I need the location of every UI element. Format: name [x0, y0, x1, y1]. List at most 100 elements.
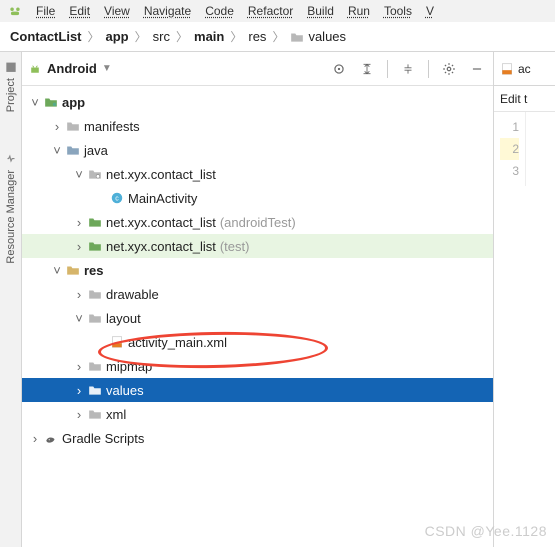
editor-bar-label: Edit t — [500, 92, 527, 106]
tool-tab-project[interactable]: Project — [2, 52, 20, 120]
tree-label: manifests — [84, 119, 140, 134]
menu-navigate[interactable]: Navigate — [144, 4, 191, 18]
editor-breadcrumb[interactable]: Edit t — [494, 86, 555, 112]
tree-node-activity-main[interactable]: activity_main.xml — [22, 330, 493, 354]
class-icon: c — [108, 191, 126, 205]
expand-icon[interactable] — [357, 59, 377, 79]
chevron-right-icon[interactable]: › — [72, 383, 86, 398]
svg-text:c: c — [115, 195, 119, 202]
crumb-res[interactable]: res — [248, 29, 266, 44]
menu-edit[interactable]: Edit — [69, 4, 90, 18]
tree-label: net.xyx.contact_list — [106, 215, 216, 230]
project-tree[interactable]: ˅ app › manifests ˅ java ˅ net.xyx.conta… — [22, 86, 493, 547]
tree-node-app[interactable]: ˅ app — [22, 90, 493, 114]
editor-gutter[interactable]: 1 2 3 — [494, 112, 526, 186]
tree-label: net.xyx.contact_list — [106, 167, 216, 182]
folder-icon — [86, 359, 104, 373]
package-icon — [86, 167, 104, 181]
tree-label: net.xyx.contact_list — [106, 239, 216, 254]
crumb-root[interactable]: ContactList — [10, 29, 82, 44]
menu-vcs[interactable]: V — [426, 4, 434, 18]
chevron-right-icon[interactable]: › — [72, 287, 86, 302]
xml-file-icon — [108, 335, 126, 349]
xml-file-icon — [500, 62, 514, 76]
editor-area: ac Edit t 1 2 3 — [494, 52, 555, 547]
separator — [387, 60, 388, 78]
tree-node-gradle[interactable]: › Gradle Scripts — [22, 426, 493, 450]
tree-node-package[interactable]: ˅ net.xyx.contact_list — [22, 162, 493, 186]
tree-node-res[interactable]: ˅ res — [22, 258, 493, 282]
tree-node-mainactivity[interactable]: c MainActivity — [22, 186, 493, 210]
tree-suffix: (androidTest) — [220, 215, 296, 230]
crumb-values-label: values — [308, 29, 346, 44]
menu-run[interactable]: Run — [348, 4, 370, 18]
tree-label: res — [84, 263, 104, 278]
crumb-src[interactable]: src — [153, 29, 170, 44]
tree-label: mipmap — [106, 359, 152, 374]
tree-node-java[interactable]: ˅ java — [22, 138, 493, 162]
chevron-down-icon[interactable]: ˅ — [72, 311, 86, 326]
chevron-right-icon[interactable]: › — [28, 431, 42, 446]
chevron-down-icon[interactable]: ˅ — [28, 95, 42, 110]
crumb-main[interactable]: main — [194, 29, 224, 44]
chevron-right-icon: 〉 — [86, 28, 102, 45]
tree-label: MainActivity — [128, 191, 197, 206]
tree-label: xml — [106, 407, 126, 422]
target-icon[interactable] — [329, 59, 349, 79]
tree-node-mipmap[interactable]: › mipmap — [22, 354, 493, 378]
tree-node-layout[interactable]: ˅ layout — [22, 306, 493, 330]
menu-code[interactable]: Code — [205, 4, 234, 18]
module-icon — [42, 95, 60, 109]
menu-view[interactable]: View — [104, 4, 130, 18]
view-selector[interactable]: Android — [47, 61, 97, 76]
tree-node-package-test[interactable]: › net.xyx.contact_list (test) — [22, 234, 493, 258]
menu-refactor[interactable]: Refactor — [248, 4, 293, 18]
project-icon — [4, 60, 18, 74]
package-icon — [86, 215, 104, 229]
chevron-right-icon: 〉 — [270, 28, 286, 45]
android-icon — [28, 62, 42, 76]
editor-tab[interactable]: ac — [494, 52, 555, 86]
tree-label: java — [84, 143, 108, 158]
gear-icon[interactable] — [439, 59, 459, 79]
menu-tools[interactable]: Tools — [384, 4, 412, 18]
separator — [428, 60, 429, 78]
tree-node-drawable[interactable]: › drawable — [22, 282, 493, 306]
crumb-values[interactable]: values — [290, 29, 346, 44]
dropdown-icon[interactable]: ▼ — [102, 63, 112, 74]
chevron-right-icon[interactable]: › — [72, 407, 86, 422]
tool-tab-resmgr-label: Resource Manager — [5, 170, 17, 264]
chevron-right-icon[interactable]: › — [72, 239, 86, 254]
breadcrumb: ContactList 〉 app 〉 src 〉 main 〉 res 〉 v… — [0, 22, 555, 52]
chevron-right-icon[interactable]: › — [72, 215, 86, 230]
menu-build[interactable]: Build — [307, 4, 334, 18]
folder-icon — [64, 119, 82, 133]
tool-tab-resource-manager[interactable]: Resource Manager — [2, 144, 20, 272]
chevron-right-icon: 〉 — [174, 28, 190, 45]
resource-manager-icon — [4, 152, 18, 166]
collapse-icon[interactable] — [398, 59, 418, 79]
chevron-right-icon[interactable]: › — [50, 119, 64, 134]
project-toolbar: Android ▼ — [22, 52, 493, 86]
tree-node-values[interactable]: › values — [22, 378, 493, 402]
menu-file[interactable]: File — [36, 4, 55, 18]
tree-label: Gradle Scripts — [62, 431, 144, 446]
tree-suffix: (test) — [220, 239, 250, 254]
chevron-down-icon[interactable]: ˅ — [72, 167, 86, 182]
hide-icon[interactable] — [467, 59, 487, 79]
folder-icon — [86, 311, 104, 325]
tree-node-manifests[interactable]: › manifests — [22, 114, 493, 138]
tool-window-bar: Project Resource Manager — [0, 52, 22, 547]
tree-node-xml[interactable]: › xml — [22, 402, 493, 426]
chevron-down-icon[interactable]: ˅ — [50, 143, 64, 158]
folder-icon — [86, 407, 104, 421]
tree-label: layout — [106, 311, 141, 326]
line-number: 3 — [512, 164, 519, 178]
tree-node-package-androidtest[interactable]: › net.xyx.contact_list (androidTest) — [22, 210, 493, 234]
folder-icon — [64, 263, 82, 277]
chevron-right-icon[interactable]: › — [72, 359, 86, 374]
folder-icon — [64, 143, 82, 157]
crumb-app[interactable]: app — [106, 29, 129, 44]
chevron-down-icon[interactable]: ˅ — [50, 263, 64, 278]
folder-icon — [86, 287, 104, 301]
